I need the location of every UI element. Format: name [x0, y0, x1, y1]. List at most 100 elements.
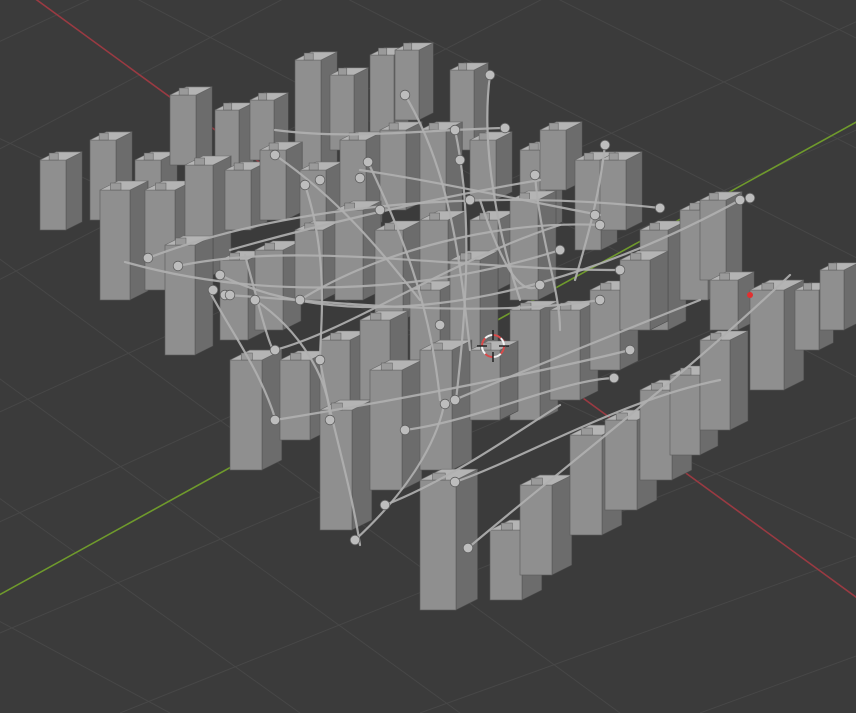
building[interactable] — [39, 151, 83, 231]
curve-endpoint[interactable] — [744, 192, 756, 204]
building[interactable] — [709, 271, 755, 331]
building-roof-notch — [429, 212, 440, 221]
building[interactable] — [164, 235, 214, 356]
building-roof-notch — [330, 332, 342, 341]
building-roof-notch — [384, 222, 395, 231]
curve-endpoint[interactable] — [484, 69, 496, 81]
building-roof-notch — [268, 142, 279, 151]
curve-endpoint[interactable] — [299, 179, 311, 191]
curve-endpoint[interactable] — [464, 194, 476, 206]
curve-endpoint[interactable] — [142, 252, 154, 264]
building-roof-notch — [719, 272, 730, 281]
building-front — [794, 289, 820, 351]
curve-endpoint[interactable] — [599, 139, 611, 151]
curve-endpoint[interactable] — [614, 264, 626, 276]
building[interactable] — [99, 180, 149, 301]
curve-endpoint[interactable] — [207, 284, 219, 296]
building-roof-notch — [761, 282, 775, 291]
curve-endpoint[interactable] — [269, 149, 281, 161]
curve-endpoint[interactable] — [624, 344, 636, 356]
curve-endpoint[interactable] — [554, 244, 566, 256]
building-front — [709, 279, 739, 331]
curve-endpoint[interactable] — [324, 414, 336, 426]
curve-endpoint[interactable] — [529, 169, 541, 181]
grid-line — [778, 0, 856, 39]
building-side — [729, 330, 749, 431]
building-front — [539, 129, 567, 191]
building-roof-notch — [223, 102, 233, 111]
selected-vertex[interactable] — [747, 292, 753, 298]
building-roof-notch — [828, 262, 838, 271]
curve-endpoint[interactable] — [454, 154, 466, 166]
building[interactable] — [419, 468, 478, 611]
curve-endpoint[interactable] — [374, 204, 386, 216]
building-roof-notch — [175, 237, 187, 246]
curve-endpoint[interactable] — [399, 424, 411, 436]
curve-endpoint[interactable] — [449, 124, 461, 136]
building[interactable] — [519, 474, 573, 576]
building-roof-notch — [528, 142, 539, 151]
curve-endpoint[interactable] — [449, 476, 461, 488]
building[interactable] — [819, 262, 856, 331]
curve-endpoint[interactable] — [499, 122, 511, 134]
curve-endpoint[interactable] — [354, 172, 366, 184]
building[interactable] — [394, 42, 434, 121]
building[interactable] — [699, 191, 743, 281]
building-front — [319, 409, 353, 531]
curve-endpoint[interactable] — [449, 394, 461, 406]
curve-endpoint[interactable] — [379, 499, 391, 511]
building-roof-notch — [649, 222, 660, 231]
building-roof-notch — [583, 152, 594, 161]
building-roof-notch — [580, 427, 593, 436]
curve-endpoint[interactable] — [314, 174, 326, 186]
building-front — [669, 374, 701, 456]
building[interactable] — [619, 250, 669, 331]
curve-endpoint[interactable] — [589, 209, 601, 221]
building-roof-notch — [630, 252, 642, 261]
building-side — [194, 235, 214, 356]
building-side — [65, 151, 83, 231]
curve-endpoint[interactable] — [594, 294, 606, 306]
3d-viewport[interactable] — [0, 0, 856, 713]
curve-endpoint[interactable] — [214, 269, 226, 281]
curve-endpoint[interactable] — [434, 319, 446, 331]
curve-endpoint[interactable] — [172, 260, 184, 272]
curve-endpoint[interactable] — [399, 89, 411, 101]
curve-endpoint[interactable] — [439, 398, 451, 410]
building[interactable] — [699, 330, 749, 431]
building-roof-notch — [194, 157, 205, 166]
building-side — [418, 42, 434, 121]
building-side — [625, 151, 643, 231]
curve-endpoint[interactable] — [269, 344, 281, 356]
curve-endpoint[interactable] — [249, 294, 261, 306]
curve-endpoint[interactable] — [534, 279, 546, 291]
curve-endpoint[interactable] — [594, 219, 606, 231]
curve-endpoint[interactable] — [462, 542, 474, 554]
curve-endpoint[interactable] — [349, 534, 361, 546]
building[interactable] — [169, 86, 213, 166]
building[interactable] — [229, 349, 283, 471]
curve-endpoint[interactable] — [608, 372, 620, 384]
building-roof-notch — [338, 67, 348, 76]
viewport-scene[interactable] — [0, 0, 856, 713]
building-roof-notch — [428, 122, 439, 131]
building[interactable] — [509, 190, 557, 301]
building-roof-notch — [98, 132, 109, 141]
curve-endpoint[interactable] — [314, 354, 326, 366]
building[interactable] — [259, 141, 303, 221]
curve-endpoint[interactable] — [362, 156, 374, 168]
building-roof-notch — [689, 202, 700, 211]
building[interactable] — [379, 121, 423, 211]
building-roof-notch — [48, 152, 59, 161]
building-front — [394, 49, 420, 121]
building[interactable] — [599, 151, 643, 231]
curve-endpoint[interactable] — [654, 202, 666, 214]
building-roof-notch — [500, 522, 513, 531]
curve-endpoint[interactable] — [734, 194, 746, 206]
building-front — [604, 419, 638, 511]
curve-endpoint[interactable] — [224, 289, 236, 301]
building-side — [351, 399, 373, 531]
curve-endpoint[interactable] — [294, 294, 306, 306]
curve-endpoint[interactable] — [269, 414, 281, 426]
building-front — [699, 199, 727, 281]
